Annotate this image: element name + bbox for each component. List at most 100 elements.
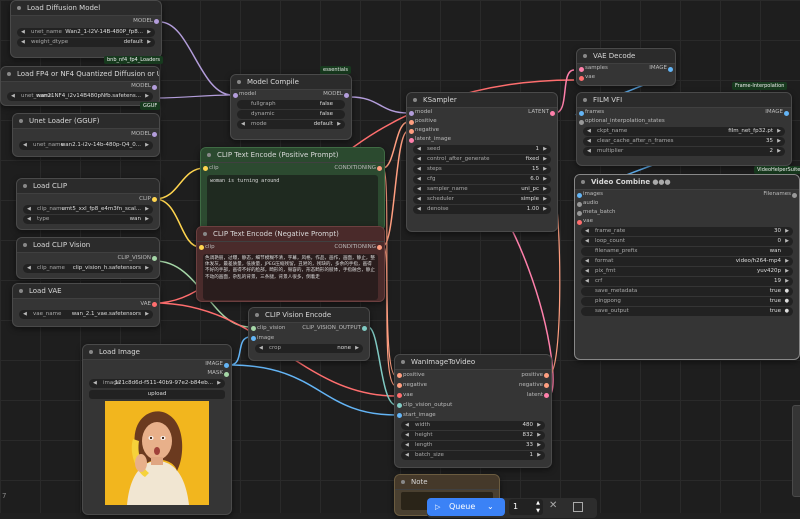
- queue-button[interactable]: ▷ Queue ⌄: [427, 498, 505, 516]
- pingpong-toggle[interactable]: pingpong true ●: [581, 297, 793, 306]
- sampler-name-widget[interactable]: ◀ sampler_name uni_pc ▶: [413, 185, 551, 194]
- height-widget[interactable]: ◀ height 832 ▶: [401, 431, 545, 440]
- node-film-vfi[interactable]: FILM VFI frames IMAGE optional_interpolat…: [576, 92, 792, 166]
- vae-input-port[interactable]: [579, 76, 584, 81]
- denoise-widget[interactable]: ◀ denoise 1.00 ▶: [413, 205, 551, 214]
- node-load-vae[interactable]: Load VAE VAE ◀ vae_name wan_2.1_vae.safete…: [12, 283, 160, 327]
- node-vae-decode[interactable]: VAE Decode samples IMAGE vae: [576, 48, 676, 86]
- node-wan-image-to-video[interactable]: WanImageToVideo positive positive negativ…: [394, 354, 552, 468]
- clip-name-widget[interactable]: ◀ clip_name umt5_xxl_fp8_e4m3fn_scal... ▶: [23, 205, 153, 214]
- latent-output-port[interactable]: [544, 393, 549, 398]
- control-after-generate-widget[interactable]: ◀ control_after_generate fixed ▶: [413, 155, 551, 164]
- clip-vision-output-port[interactable]: [152, 256, 157, 261]
- ckpt-name-widget[interactable]: ◀ ckpt_name film_net_fp32.pt ▶: [583, 127, 785, 136]
- model-output-port[interactable]: [152, 85, 157, 90]
- pix-fmt-widget[interactable]: ◀ pix_fmt yuv420p ▶: [581, 267, 793, 276]
- node-load-clip[interactable]: Load CLIP CLIP ◀ clip_name umt5_xxl_fp8_e4…: [16, 178, 160, 230]
- batch-size-widget[interactable]: ◀ batch_size 1 ▶: [401, 451, 545, 460]
- steps-widget[interactable]: ◀ steps 15 ▶: [413, 165, 551, 174]
- negative-output-port[interactable]: [544, 383, 549, 388]
- weight-dtype-widget[interactable]: ◀ weight_dtype default ▶: [17, 38, 155, 47]
- start-image-input-port[interactable]: [397, 413, 402, 418]
- format-widget[interactable]: ◀ format video/h264-mp4 ▶: [581, 257, 793, 266]
- images-input-port[interactable]: [577, 193, 582, 198]
- image-input-port[interactable]: [251, 336, 256, 341]
- close-icon[interactable]: ✕: [549, 500, 557, 511]
- image-output-port[interactable]: [224, 363, 229, 368]
- node-model-compile[interactable]: Model Compile model MODEL fullgraph false …: [230, 74, 352, 140]
- model-input-port[interactable]: [409, 111, 414, 116]
- unet-name-widget[interactable]: ◀ unet_name wan2.1-i2v-14b-480p-Q4_0... ▶: [19, 141, 153, 150]
- node-load-fp4-nf4[interactable]: Load FP4 or NF4 Quantized Diffusion or U…: [0, 66, 160, 106]
- meta-batch-input-port[interactable]: [577, 211, 582, 216]
- node-clip-text-encode-negative[interactable]: CLIP Text Encode (Negative Prompt) clip C…: [196, 226, 385, 302]
- node-load-diffusion-model[interactable]: Load Diffusion Model MODEL ◀ unet_name Wan…: [10, 0, 162, 58]
- audio-input-port[interactable]: [577, 202, 582, 207]
- frame-rate-widget[interactable]: ◀ frame_rate 30 ▶: [581, 227, 793, 236]
- positive-output-port[interactable]: [544, 373, 549, 378]
- image-select-widget[interactable]: ◀ image 121c8d6d-f511-40b9-97e2-b84eb... ▶: [89, 379, 225, 388]
- node-clip-text-encode-positive[interactable]: CLIP Text Encode (Positive Prompt) clip C…: [200, 147, 385, 231]
- dynamic-widget[interactable]: dynamic false: [237, 110, 345, 119]
- image-output-port[interactable]: [784, 111, 789, 116]
- width-widget[interactable]: ◀ width 480 ▶: [401, 421, 545, 430]
- clip-output-port[interactable]: [152, 197, 157, 202]
- save-output-toggle[interactable]: save_output true ●: [581, 307, 793, 316]
- mask-output-port[interactable]: [224, 372, 229, 377]
- save-metadata-toggle[interactable]: save_metadata true ●: [581, 287, 793, 296]
- clip-vision-name-widget[interactable]: ◀ clip_name clip_vision_h.safetensors ▶: [23, 264, 153, 273]
- node-load-clip-vision[interactable]: Load CLIP Vision CLIP_VISION ◀ clip_name c…: [16, 237, 160, 279]
- vae-input-port[interactable]: [397, 393, 402, 398]
- loop-count-widget[interactable]: ◀ loop_count 0 ▶: [581, 237, 793, 246]
- chevron-down-icon[interactable]: ⌄: [487, 498, 494, 516]
- clip-vision-output-port[interactable]: [362, 326, 367, 331]
- conditioning-output-port[interactable]: [377, 245, 382, 250]
- samples-input-port[interactable]: [579, 67, 584, 72]
- mode-widget[interactable]: ◀ mode default ▶: [237, 120, 345, 129]
- crop-widget[interactable]: ◀ crop none ▶: [255, 344, 363, 353]
- clip-input-port[interactable]: [199, 245, 204, 250]
- node-ksampler[interactable]: KSampler model LATENT positive negative l…: [406, 92, 558, 232]
- negative-input-port[interactable]: [397, 383, 402, 388]
- window-icon[interactable]: [573, 502, 583, 512]
- fullgraph-widget[interactable]: fullgraph false: [237, 100, 345, 109]
- positive-input-port[interactable]: [397, 373, 402, 378]
- positive-input-port[interactable]: [409, 120, 414, 125]
- model-output-port[interactable]: [154, 19, 159, 24]
- filename-prefix-widget[interactable]: filename_prefix wan: [581, 247, 793, 256]
- prompt-textarea[interactable]: 色调艳丽，过曝，静态，细节模糊不清，字幕，风格，作品，画作，画面，静止，整体发灰…: [203, 254, 378, 300]
- conditioning-output-port[interactable]: [377, 166, 382, 171]
- length-widget[interactable]: ◀ length 33 ▶: [401, 441, 545, 450]
- crf-widget[interactable]: ◀ crf 19 ▶: [581, 277, 793, 286]
- multiplier-widget[interactable]: ◀ multiplier 2 ▶: [583, 147, 785, 156]
- model-output-port[interactable]: [152, 132, 157, 137]
- unet-name-widget[interactable]: ◀ unet_name Wan2_1-I2V-14B-480P_fp8... ▶: [17, 28, 155, 37]
- node-unet-loader-gguf[interactable]: Unet Loader (GGUF) MODEL ◀ unet_name wan2.…: [12, 113, 160, 157]
- image-output-port[interactable]: [668, 67, 673, 72]
- clip-vision-input-port[interactable]: [251, 326, 256, 331]
- interpolation-states-input-port[interactable]: [579, 120, 584, 125]
- latent-output-port[interactable]: [550, 111, 555, 116]
- scheduler-widget[interactable]: ◀ scheduler simple ▶: [413, 195, 551, 204]
- node-video-combine[interactable]: Video Combine ●●● images Filenames audio …: [574, 174, 800, 360]
- latent-image-input-port[interactable]: [409, 138, 414, 143]
- seed-widget[interactable]: ◀ seed 1 ▶: [413, 145, 551, 154]
- clip-vision-output-input-port[interactable]: [397, 403, 402, 408]
- negative-input-port[interactable]: [409, 129, 414, 134]
- vae-name-widget[interactable]: ◀ vae_name wan_2.1_vae.safetensors ▶: [19, 310, 153, 319]
- upload-button[interactable]: upload: [89, 390, 225, 399]
- cfg-widget[interactable]: ◀ cfg 6.0 ▶: [413, 175, 551, 184]
- clip-input-port[interactable]: [203, 166, 208, 171]
- vae-output-port[interactable]: [152, 302, 157, 307]
- decrement-icon[interactable]: ▼: [536, 503, 540, 519]
- unet-name-widget[interactable]: ◀ unet_name wan21NF4_i2v14B480pNfb.safeten…: [7, 92, 153, 101]
- vae-input-port[interactable]: [577, 220, 582, 225]
- node-clip-vision-encode[interactable]: CLIP Vision Encode clip_vision CLIP_VISIO…: [248, 307, 370, 361]
- filenames-output-port[interactable]: [792, 193, 797, 198]
- prompt-textarea[interactable]: woman is turning around: [207, 175, 378, 230]
- frames-input-port[interactable]: [579, 111, 584, 116]
- clip-type-widget[interactable]: ◀ type wan ▶: [23, 215, 153, 224]
- model-input-port[interactable]: [233, 93, 238, 98]
- model-output-port[interactable]: [344, 93, 349, 98]
- node-load-image[interactable]: Load Image IMAGE MASK ◀ image 121c8d6d-f51…: [82, 344, 232, 515]
